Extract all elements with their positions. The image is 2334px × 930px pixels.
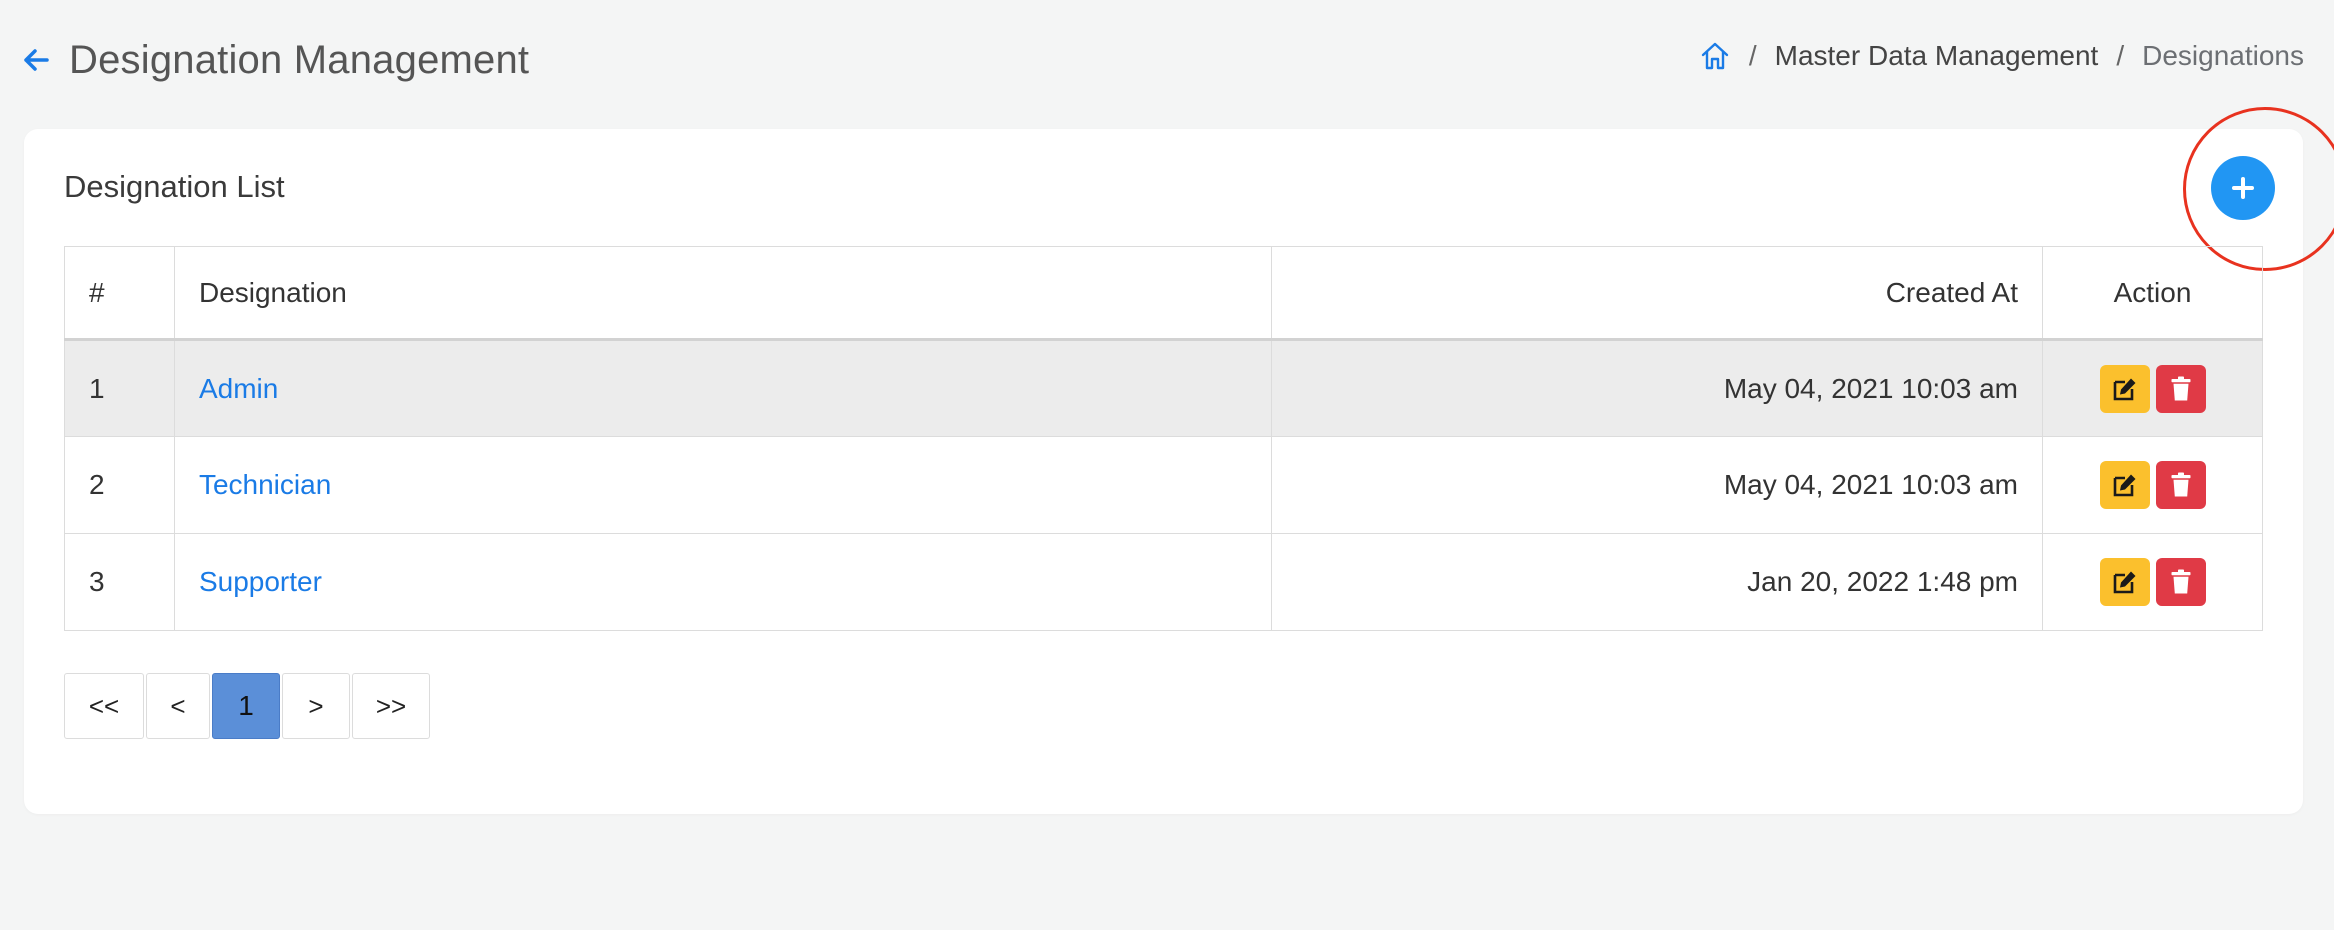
designation-link[interactable]: Technician	[199, 469, 331, 500]
created-at-cell: May 04, 2021 10:03 am	[1271, 436, 2044, 534]
designation-link[interactable]: Admin	[199, 373, 278, 404]
pagination-first-button[interactable]: <<	[64, 673, 144, 739]
edit-button[interactable]	[2099, 461, 2150, 509]
action-cell	[2042, 436, 2263, 534]
breadcrumb-separator: /	[2116, 40, 2125, 71]
add-designation-button[interactable]	[2211, 156, 2275, 220]
action-cell	[2042, 533, 2263, 631]
trash-icon	[2171, 569, 2190, 594]
table-row: 3 Supporter Jan 20, 2022 1:48 pm	[64, 533, 2263, 631]
row-number: 2	[64, 436, 175, 534]
pagination-page-1[interactable]: 1	[212, 673, 280, 739]
row-number: 1	[64, 339, 175, 437]
plus-icon	[2232, 177, 2254, 199]
breadcrumb-separator: /	[1748, 40, 1757, 71]
card-title: Designation List	[64, 169, 285, 204]
breadcrumb-item-designations: Designations	[2142, 40, 2304, 71]
edit-button[interactable]	[2099, 558, 2150, 606]
arrow-left-icon	[24, 49, 49, 71]
page-title: Designation Management	[69, 38, 530, 82]
delete-button[interactable]	[2155, 364, 2206, 413]
table-row: 1 Admin May 04, 2021 10:03 am	[64, 339, 2263, 437]
page-header: Designation Management / Master Data Man…	[0, 0, 2334, 128]
trash-icon	[2171, 472, 2190, 497]
row-number: 3	[64, 533, 175, 631]
designation-cell: Admin	[173, 339, 1273, 437]
back-button[interactable]	[20, 44, 52, 76]
delete-button[interactable]	[2155, 461, 2206, 509]
created-at-cell: May 04, 2021 10:03 am	[1271, 339, 2044, 437]
created-at-cell: Jan 20, 2022 1:48 pm	[1271, 533, 2044, 631]
edit-button[interactable]	[2099, 364, 2150, 413]
column-header-action: Action	[2042, 246, 2263, 340]
edit-icon	[2113, 571, 2135, 594]
designation-table: # Designation Created At Action 1 Admin …	[64, 246, 2263, 631]
column-header-number: #	[64, 246, 175, 340]
designation-link[interactable]: Supporter	[199, 566, 322, 597]
breadcrumb: / Master Data Management / Designations	[1699, 40, 2304, 72]
action-cell	[2042, 339, 2263, 437]
home-icon	[1701, 42, 1729, 70]
column-header-designation[interactable]: Designation	[173, 246, 1273, 340]
breadcrumb-item-master-data[interactable]: Master Data Management	[1775, 40, 2099, 72]
delete-button[interactable]	[2155, 558, 2206, 606]
pagination: << < 1 > >>	[64, 673, 432, 739]
designation-cell: Technician	[173, 436, 1273, 534]
edit-icon	[2113, 474, 2135, 497]
breadcrumb-home[interactable]	[1699, 40, 1731, 72]
edit-icon	[2113, 378, 2135, 400]
table-header-row: # Designation Created At Action	[64, 246, 2263, 340]
pagination-last-button[interactable]: >>	[352, 673, 430, 739]
pagination-next-button[interactable]: >	[282, 673, 350, 739]
trash-icon	[2171, 376, 2190, 400]
pagination-prev-button[interactable]: <	[146, 673, 210, 739]
column-header-created-at[interactable]: Created At	[1271, 246, 2044, 340]
table-row: 2 Technician May 04, 2021 10:03 am	[64, 436, 2263, 534]
designation-list-card: Designation List # Designation Created A…	[24, 107, 2334, 814]
designation-cell: Supporter	[173, 533, 1273, 631]
